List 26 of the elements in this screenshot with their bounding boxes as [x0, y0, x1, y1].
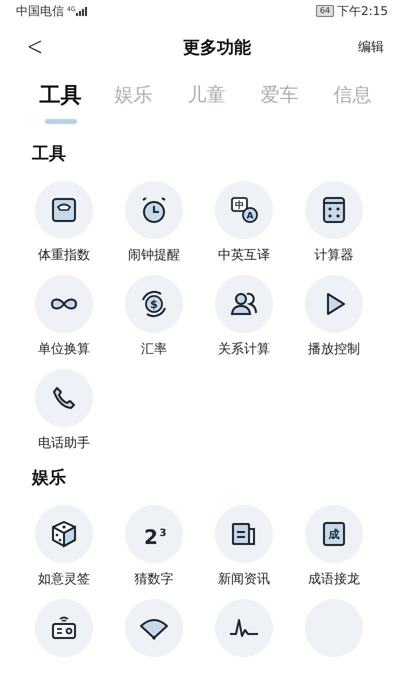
translate-icon[interactable]: 中 A: [215, 181, 273, 239]
feature-label: 猜数字: [134, 572, 174, 588]
feature-label: 成语接龙: [308, 572, 360, 588]
category-tab[interactable]: 工具: [40, 78, 82, 112]
currency-exchange-icon[interactable]: $: [125, 275, 183, 333]
page-title: 更多功能: [182, 36, 251, 58]
tab-indicator: [44, 119, 76, 124]
feature-label: 汇率: [141, 342, 167, 358]
feature-label: 单位换算: [38, 342, 90, 358]
feature-label: 新闻资讯: [218, 572, 270, 588]
feature-label: 闹钟提醒: [128, 248, 180, 264]
feature-label: 体重指数: [38, 248, 90, 264]
feature-label: 关系计算: [218, 342, 270, 358]
clock-time: 下午2:15: [337, 2, 388, 20]
feature-label: 中英互译: [218, 248, 270, 264]
feature-label: 计算器: [314, 248, 354, 264]
back-button[interactable]: <: [24, 34, 46, 60]
section-title: 工具: [31, 143, 67, 166]
edit-button[interactable]: 编辑: [354, 34, 388, 60]
idiom-card-icon[interactable]: 成: [305, 505, 363, 563]
carrier-name: 中国电信: [16, 2, 64, 20]
section-title: 娱乐: [30, 467, 67, 490]
feature-label: 如意灵签: [38, 572, 90, 588]
feature-label: 播放控制: [308, 342, 360, 358]
battery-icon: 64: [316, 5, 334, 17]
feature-label: 电话助手: [38, 436, 90, 452]
